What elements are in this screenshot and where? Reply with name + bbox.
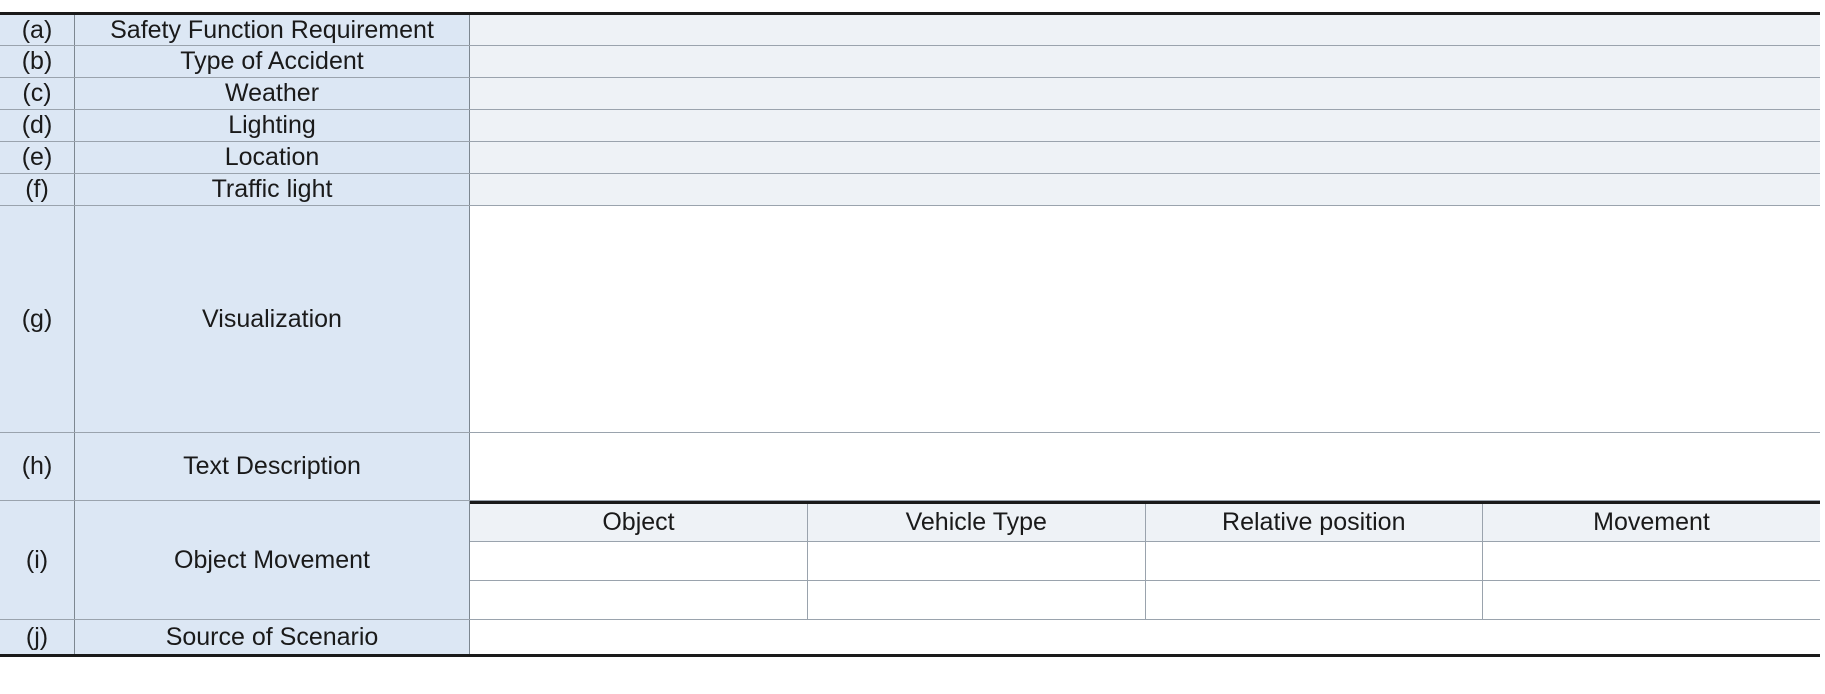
row-label: Traffic light [74, 173, 470, 206]
row-traffic-light: (f) Traffic light [0, 173, 1820, 206]
row-source-of-scenario: (j) Source of Scenario [0, 619, 1820, 657]
column-header-object: Object [470, 501, 808, 542]
row-label: Visualization [74, 205, 470, 433]
row-label: Lighting [74, 109, 470, 142]
movement-cell[interactable] [1482, 541, 1820, 581]
table-row [470, 580, 1820, 619]
row-code: (h) [0, 432, 75, 501]
row-visualization: (g) Visualization [0, 205, 1820, 433]
weather-value[interactable] [469, 77, 1820, 110]
visualization-area[interactable] [469, 205, 1820, 433]
scenario-form: (a) Safety Function Requirement (b) Type… [0, 0, 1825, 694]
row-label: Source of Scenario [74, 619, 470, 657]
column-header-vehicle-type: Vehicle Type [807, 501, 1146, 542]
object-movement-cell: Object Vehicle Type Relative position Mo… [469, 500, 1820, 620]
movement-cell[interactable] [1482, 580, 1820, 619]
relative-position-cell[interactable] [1145, 541, 1483, 581]
row-safety-function: (a) Safety Function Requirement [0, 12, 1820, 46]
row-label: Text Description [74, 432, 470, 501]
vehicle-type-cell[interactable] [807, 580, 1146, 619]
row-type-of-accident: (b) Type of Accident [0, 45, 1820, 78]
object-movement-table: Object Vehicle Type Relative position Mo… [470, 501, 1820, 619]
traffic-light-value[interactable] [469, 173, 1820, 206]
text-description-value[interactable] [469, 432, 1820, 501]
row-weather: (c) Weather [0, 77, 1820, 110]
safety-function-value[interactable] [469, 12, 1820, 46]
row-code: (e) [0, 141, 75, 174]
column-header-relative-position: Relative position [1145, 501, 1483, 542]
row-lighting: (d) Lighting [0, 109, 1820, 142]
row-code: (f) [0, 173, 75, 206]
row-code: (g) [0, 205, 75, 433]
scenario-table: (a) Safety Function Requirement (b) Type… [0, 12, 1820, 657]
object-cell[interactable] [470, 541, 808, 581]
column-header-movement: Movement [1482, 501, 1820, 542]
row-label: Type of Accident [74, 45, 470, 78]
row-location: (e) Location [0, 141, 1820, 174]
object-movement-header: Object Vehicle Type Relative position Mo… [470, 501, 1820, 542]
row-label: Location [74, 141, 470, 174]
source-of-scenario-value[interactable] [469, 619, 1820, 657]
table-row [470, 541, 1820, 581]
row-object-movement: (i) Object Movement Object Vehicle Type … [0, 500, 1820, 620]
relative-position-cell[interactable] [1145, 580, 1483, 619]
row-label: Safety Function Requirement [74, 12, 470, 46]
row-code: (i) [0, 500, 75, 620]
lighting-value[interactable] [469, 109, 1820, 142]
location-value[interactable] [469, 141, 1820, 174]
row-code: (j) [0, 619, 75, 657]
row-code: (b) [0, 45, 75, 78]
object-cell[interactable] [470, 580, 808, 619]
type-of-accident-value[interactable] [469, 45, 1820, 78]
row-text-description: (h) Text Description [0, 432, 1820, 501]
row-code: (d) [0, 109, 75, 142]
row-label: Object Movement [74, 500, 470, 620]
row-code: (a) [0, 12, 75, 46]
row-code: (c) [0, 77, 75, 110]
row-label: Weather [74, 77, 470, 110]
vehicle-type-cell[interactable] [807, 541, 1146, 581]
